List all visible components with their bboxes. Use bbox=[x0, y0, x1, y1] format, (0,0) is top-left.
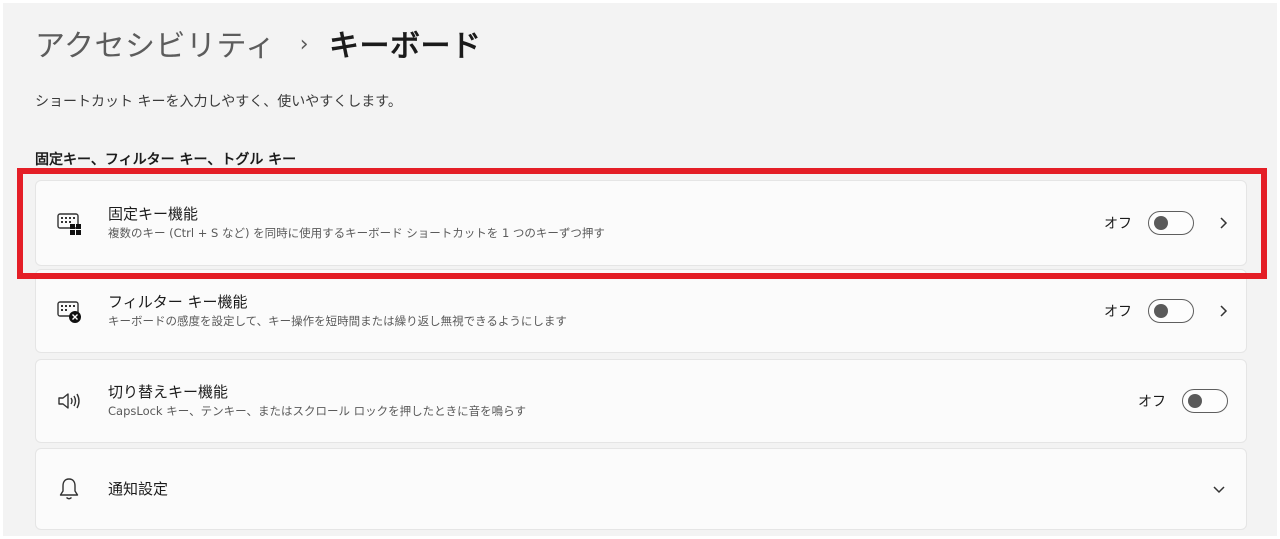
breadcrumb-separator: › bbox=[299, 31, 310, 57]
page-description: ショートカット キーを入力しやすく、使いやすくします。 bbox=[35, 94, 402, 110]
setting-row-toggle-keys[interactable]: 切り替えキー機能 CapsLock キー、テンキー、またはスクロール ロックを押… bbox=[35, 359, 1247, 443]
speaker-icon bbox=[56, 388, 82, 414]
chevron-right-icon[interactable] bbox=[1216, 216, 1230, 230]
filter-keys-toggle[interactable] bbox=[1148, 299, 1194, 323]
toggle-state-label: オフ bbox=[1138, 394, 1166, 410]
setting-title: フィルター キー機能 bbox=[108, 293, 248, 311]
setting-description: キーボードの感度を設定して、キー操作を短時間または繰り返し無視できるようにします bbox=[108, 314, 567, 328]
sticky-keys-toggle[interactable] bbox=[1148, 211, 1194, 235]
section-title: 固定キー、フィルター キー、トグル キー bbox=[35, 152, 297, 168]
settings-window: アクセシビリティ › キーボード ショートカット キーを入力しやすく、使いやすく… bbox=[0, 0, 1280, 539]
toggle-state-label: オフ bbox=[1104, 216, 1132, 232]
setting-row-notifications[interactable]: 通知設定 bbox=[35, 448, 1247, 530]
bell-icon bbox=[56, 476, 82, 502]
sticky-keys-icon bbox=[56, 210, 82, 236]
toggle-keys-toggle[interactable] bbox=[1182, 389, 1228, 413]
page-title: キーボード bbox=[329, 29, 482, 64]
chevron-down-icon[interactable] bbox=[1212, 482, 1226, 496]
setting-row-sticky-keys[interactable]: 固定キー機能 複数のキー (Ctrl + S など) を同時に使用するキーボード… bbox=[35, 180, 1247, 266]
breadcrumb-parent-link[interactable]: アクセシビリティ bbox=[35, 21, 276, 65]
setting-row-filter-keys[interactable]: フィルター キー機能 キーボードの感度を設定して、キー操作を短時間または繰り返し… bbox=[35, 269, 1247, 353]
filter-keys-icon bbox=[56, 298, 82, 324]
toggle-state-label: オフ bbox=[1104, 304, 1132, 320]
chevron-right-icon[interactable] bbox=[1216, 304, 1230, 318]
setting-title: 固定キー機能 bbox=[108, 205, 199, 223]
setting-description: CapsLock キー、テンキー、またはスクロール ロックを押したときに音を鳴ら… bbox=[108, 404, 526, 418]
setting-title: 通知設定 bbox=[108, 480, 169, 498]
breadcrumb: アクセシビリティ › キーボード bbox=[35, 21, 482, 65]
setting-title: 切り替えキー機能 bbox=[108, 383, 229, 401]
setting-description: 複数のキー (Ctrl + S など) を同時に使用するキーボード ショートカッ… bbox=[108, 226, 605, 240]
